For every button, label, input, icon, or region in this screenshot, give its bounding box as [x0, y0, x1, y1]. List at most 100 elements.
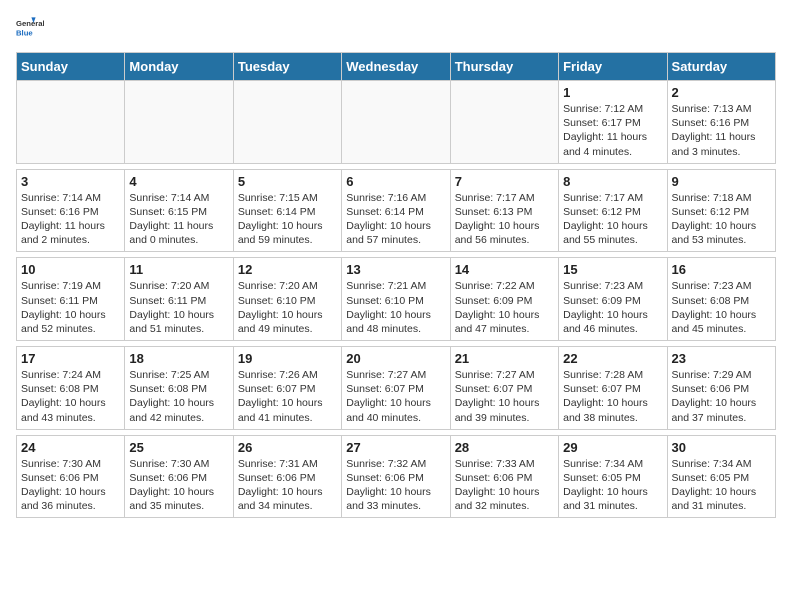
col-header-tuesday: Tuesday	[233, 53, 341, 81]
calendar-cell: 17 Sunrise: 7:24 AM Sunset: 6:08 PM Dayli…	[17, 347, 125, 430]
logo-icon: GeneralBlue	[16, 16, 44, 44]
day-info: Sunrise: 7:30 AM Sunset: 6:06 PM Dayligh…	[21, 457, 120, 514]
day-info: Sunrise: 7:14 AM Sunset: 6:15 PM Dayligh…	[129, 191, 228, 248]
calendar-cell: 11 Sunrise: 7:20 AM Sunset: 6:11 PM Dayli…	[125, 258, 233, 341]
calendar-cell: 7 Sunrise: 7:17 AM Sunset: 6:13 PM Daylig…	[450, 169, 558, 252]
calendar-week-1: 3 Sunrise: 7:14 AM Sunset: 6:16 PM Daylig…	[17, 169, 776, 252]
day-number: 23	[672, 351, 771, 366]
day-info: Sunrise: 7:17 AM Sunset: 6:12 PM Dayligh…	[563, 191, 662, 248]
day-info: Sunrise: 7:13 AM Sunset: 6:16 PM Dayligh…	[672, 102, 771, 159]
svg-text:Blue: Blue	[16, 29, 33, 38]
day-number: 17	[21, 351, 120, 366]
col-header-sunday: Sunday	[17, 53, 125, 81]
day-info: Sunrise: 7:29 AM Sunset: 6:06 PM Dayligh…	[672, 368, 771, 425]
day-number: 14	[455, 262, 554, 277]
day-info: Sunrise: 7:19 AM Sunset: 6:11 PM Dayligh…	[21, 279, 120, 336]
calendar-cell	[125, 81, 233, 164]
day-number: 8	[563, 174, 662, 189]
calendar-week-4: 24Sunrise: 7:30 AM Sunset: 6:06 PM Dayli…	[17, 435, 776, 518]
calendar-cell: 12 Sunrise: 7:20 AM Sunset: 6:10 PM Dayli…	[233, 258, 341, 341]
day-number: 7	[455, 174, 554, 189]
day-number: 26	[238, 440, 337, 455]
col-header-thursday: Thursday	[450, 53, 558, 81]
page-header: GeneralBlue	[16, 16, 776, 44]
calendar-cell: 19Sunrise: 7:26 AM Sunset: 6:07 PM Dayli…	[233, 347, 341, 430]
calendar-cell: 4 Sunrise: 7:14 AM Sunset: 6:15 PM Daylig…	[125, 169, 233, 252]
day-number: 21	[455, 351, 554, 366]
calendar-cell: 3 Sunrise: 7:14 AM Sunset: 6:16 PM Daylig…	[17, 169, 125, 252]
day-info: Sunrise: 7:23 AM Sunset: 6:09 PM Dayligh…	[563, 279, 662, 336]
calendar-cell: 22Sunrise: 7:28 AM Sunset: 6:07 PM Dayli…	[559, 347, 667, 430]
day-info: Sunrise: 7:34 AM Sunset: 6:05 PM Dayligh…	[563, 457, 662, 514]
calendar-cell: 26 Sunrise: 7:31 AM Sunset: 6:06 PM Dayli…	[233, 435, 341, 518]
calendar-cell: 28 Sunrise: 7:33 AM Sunset: 6:06 PM Dayli…	[450, 435, 558, 518]
col-header-monday: Monday	[125, 53, 233, 81]
day-number: 10	[21, 262, 120, 277]
day-info: Sunrise: 7:17 AM Sunset: 6:13 PM Dayligh…	[455, 191, 554, 248]
calendar-cell: 1 Sunrise: 7:12 AM Sunset: 6:17 PM Daylig…	[559, 81, 667, 164]
day-number: 13	[346, 262, 445, 277]
day-info: Sunrise: 7:31 AM Sunset: 6:06 PM Dayligh…	[238, 457, 337, 514]
calendar-week-0: 1 Sunrise: 7:12 AM Sunset: 6:17 PM Daylig…	[17, 81, 776, 164]
day-info: Sunrise: 7:18 AM Sunset: 6:12 PM Dayligh…	[672, 191, 771, 248]
day-info: Sunrise: 7:14 AM Sunset: 6:16 PM Dayligh…	[21, 191, 120, 248]
day-number: 11	[129, 262, 228, 277]
calendar-header-row: SundayMondayTuesdayWednesdayThursdayFrid…	[17, 53, 776, 81]
calendar-cell: 18Sunrise: 7:25 AM Sunset: 6:08 PM Dayli…	[125, 347, 233, 430]
day-info: Sunrise: 7:21 AM Sunset: 6:10 PM Dayligh…	[346, 279, 445, 336]
day-info: Sunrise: 7:30 AM Sunset: 6:06 PM Dayligh…	[129, 457, 228, 514]
calendar-cell: 6 Sunrise: 7:16 AM Sunset: 6:14 PM Daylig…	[342, 169, 450, 252]
day-number: 25	[129, 440, 228, 455]
day-number: 30	[672, 440, 771, 455]
col-header-friday: Friday	[559, 53, 667, 81]
calendar-cell: 27 Sunrise: 7:32 AM Sunset: 6:06 PM Dayli…	[342, 435, 450, 518]
day-number: 6	[346, 174, 445, 189]
calendar-cell: 29 Sunrise: 7:34 AM Sunset: 6:05 PM Dayli…	[559, 435, 667, 518]
day-number: 15	[563, 262, 662, 277]
calendar-cell: 20Sunrise: 7:27 AM Sunset: 6:07 PM Dayli…	[342, 347, 450, 430]
day-number: 5	[238, 174, 337, 189]
day-info: Sunrise: 7:26 AM Sunset: 6:07 PM Dayligh…	[238, 368, 337, 425]
day-info: Sunrise: 7:24 AM Sunset: 6:08 PM Dayligh…	[21, 368, 120, 425]
day-number: 1	[563, 85, 662, 100]
day-number: 27	[346, 440, 445, 455]
calendar-week-2: 10 Sunrise: 7:19 AM Sunset: 6:11 PM Dayli…	[17, 258, 776, 341]
calendar-cell: 21 Sunrise: 7:27 AM Sunset: 6:07 PM Dayli…	[450, 347, 558, 430]
day-number: 2	[672, 85, 771, 100]
col-header-wednesday: Wednesday	[342, 53, 450, 81]
day-number: 3	[21, 174, 120, 189]
calendar-cell: 5 Sunrise: 7:15 AM Sunset: 6:14 PM Daylig…	[233, 169, 341, 252]
day-info: Sunrise: 7:16 AM Sunset: 6:14 PM Dayligh…	[346, 191, 445, 248]
calendar-cell: 14Sunrise: 7:22 AM Sunset: 6:09 PM Dayli…	[450, 258, 558, 341]
calendar-cell: 10 Sunrise: 7:19 AM Sunset: 6:11 PM Dayli…	[17, 258, 125, 341]
calendar-cell: 8 Sunrise: 7:17 AM Sunset: 6:12 PM Daylig…	[559, 169, 667, 252]
day-number: 12	[238, 262, 337, 277]
calendar-cell: 30Sunrise: 7:34 AM Sunset: 6:05 PM Dayli…	[667, 435, 775, 518]
day-info: Sunrise: 7:33 AM Sunset: 6:06 PM Dayligh…	[455, 457, 554, 514]
day-number: 9	[672, 174, 771, 189]
day-info: Sunrise: 7:12 AM Sunset: 6:17 PM Dayligh…	[563, 102, 662, 159]
calendar-cell: 9 Sunrise: 7:18 AM Sunset: 6:12 PM Daylig…	[667, 169, 775, 252]
day-info: Sunrise: 7:23 AM Sunset: 6:08 PM Dayligh…	[672, 279, 771, 336]
day-number: 28	[455, 440, 554, 455]
day-info: Sunrise: 7:20 AM Sunset: 6:10 PM Dayligh…	[238, 279, 337, 336]
day-number: 22	[563, 351, 662, 366]
calendar-cell	[450, 81, 558, 164]
col-header-saturday: Saturday	[667, 53, 775, 81]
day-number: 20	[346, 351, 445, 366]
calendar-cell	[233, 81, 341, 164]
calendar-week-3: 17 Sunrise: 7:24 AM Sunset: 6:08 PM Dayli…	[17, 347, 776, 430]
day-number: 4	[129, 174, 228, 189]
calendar-cell: 16 Sunrise: 7:23 AM Sunset: 6:08 PM Dayli…	[667, 258, 775, 341]
day-number: 29	[563, 440, 662, 455]
day-info: Sunrise: 7:32 AM Sunset: 6:06 PM Dayligh…	[346, 457, 445, 514]
calendar-cell: 13 Sunrise: 7:21 AM Sunset: 6:10 PM Dayli…	[342, 258, 450, 341]
day-info: Sunrise: 7:27 AM Sunset: 6:07 PM Dayligh…	[455, 368, 554, 425]
day-info: Sunrise: 7:15 AM Sunset: 6:14 PM Dayligh…	[238, 191, 337, 248]
day-info: Sunrise: 7:20 AM Sunset: 6:11 PM Dayligh…	[129, 279, 228, 336]
svg-text:General: General	[16, 19, 44, 28]
calendar-cell: 24Sunrise: 7:30 AM Sunset: 6:06 PM Dayli…	[17, 435, 125, 518]
calendar-cell	[342, 81, 450, 164]
day-number: 16	[672, 262, 771, 277]
calendar-cell: 15 Sunrise: 7:23 AM Sunset: 6:09 PM Dayli…	[559, 258, 667, 341]
